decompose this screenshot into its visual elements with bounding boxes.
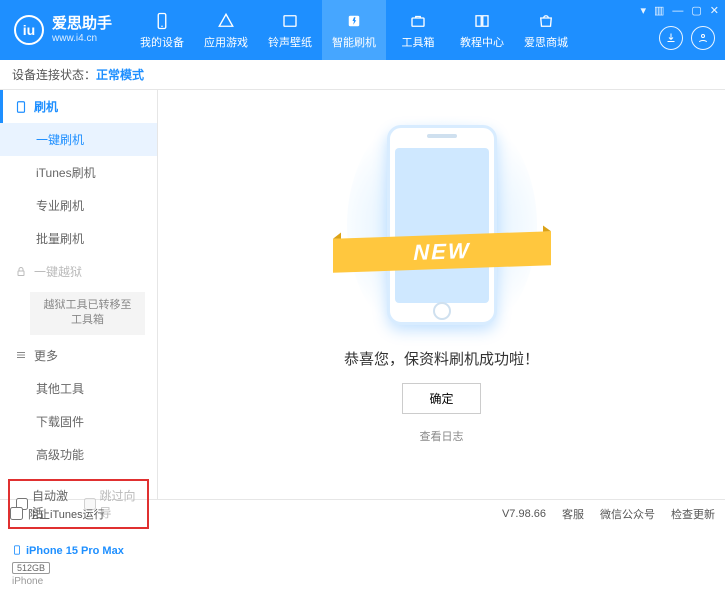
- flash-icon: [14, 100, 28, 114]
- version-label: V7.98.66: [502, 508, 546, 520]
- footer-link-wechat[interactable]: 微信公众号: [600, 506, 655, 522]
- new-badge: NEW: [333, 225, 551, 275]
- view-log-link[interactable]: 查看日志: [420, 428, 464, 444]
- main-content: NEW 恭喜您，保资料刷机成功啦！ 确定 查看日志: [158, 90, 725, 499]
- phone-small-icon: [12, 543, 22, 560]
- sidebar-section-label: 刷机: [34, 98, 58, 115]
- image-icon: [280, 11, 300, 31]
- status-label: 设备连接状态：: [12, 66, 96, 83]
- block-itunes-label: 阻止iTunes运行: [28, 506, 105, 522]
- footer-link-update[interactable]: 检查更新: [671, 506, 715, 522]
- jailbreak-note: 越狱工具已转移至 工具箱: [30, 292, 145, 335]
- sidebar-section-flash[interactable]: 刷机: [0, 90, 157, 123]
- block-itunes-checkbox[interactable]: [10, 507, 23, 520]
- nav-my-device[interactable]: 我的设备: [130, 0, 194, 60]
- app-url: www.i4.cn: [52, 33, 112, 45]
- nav-flash[interactable]: 智能刷机: [322, 0, 386, 60]
- logo: iu 爱思助手 www.i4.cn: [14, 15, 112, 45]
- toolbox-icon: [408, 11, 428, 31]
- device-storage: 512GB: [12, 562, 50, 574]
- device-name: iPhone 15 Pro Max: [26, 545, 124, 557]
- minimize-icon[interactable]: —: [672, 5, 683, 17]
- device-info[interactable]: iPhone 15 Pro Max 512GB iPhone: [0, 537, 157, 593]
- store-icon: [536, 11, 556, 31]
- main-nav: 我的设备 应用游戏 铃声壁纸 智能刷机 工具箱 教程中心 爱思商城: [130, 0, 578, 60]
- success-illustration: NEW: [367, 120, 517, 330]
- body: 刷机 一键刷机 iTunes刷机 专业刷机 批量刷机 一键越狱 越狱工具已转移至…: [0, 90, 725, 499]
- app-title: 爱思助手: [52, 15, 112, 33]
- close-icon[interactable]: ✕: [710, 4, 719, 17]
- nav-store[interactable]: 爱思商城: [514, 0, 578, 60]
- nav-apps[interactable]: 应用游戏: [194, 0, 258, 60]
- nav-label: 铃声壁纸: [268, 34, 312, 50]
- sidebar: 刷机 一键刷机 iTunes刷机 专业刷机 批量刷机 一键越狱 越狱工具已转移至…: [0, 90, 158, 499]
- sidebar-section-label: 更多: [34, 347, 58, 364]
- app-header: iu 爱思助手 www.i4.cn 我的设备 应用游戏 铃声壁纸 智能刷机 工具…: [0, 0, 725, 60]
- lock-icon: [14, 265, 28, 279]
- sidebar-item-advanced[interactable]: 高级功能: [0, 438, 157, 471]
- download-button[interactable]: [659, 26, 683, 50]
- skin-icon[interactable]: ▥: [654, 4, 664, 17]
- sidebar-item-quickflash[interactable]: 一键刷机: [0, 123, 157, 156]
- ok-button[interactable]: 确定: [402, 383, 480, 414]
- nav-toolbox[interactable]: 工具箱: [386, 0, 450, 60]
- nav-label: 应用游戏: [204, 34, 248, 50]
- book-icon: [472, 11, 492, 31]
- checkbox-label: 跳过向导: [100, 487, 142, 521]
- success-message: 恭喜您，保资料刷机成功啦！: [344, 348, 539, 369]
- status-value: 正常模式: [96, 66, 144, 83]
- nav-ringtone[interactable]: 铃声壁纸: [258, 0, 322, 60]
- sidebar-item-downloadfw[interactable]: 下载固件: [0, 405, 157, 438]
- nav-label: 智能刷机: [332, 34, 376, 50]
- nav-tutorial[interactable]: 教程中心: [450, 0, 514, 60]
- device-type: iPhone: [12, 576, 145, 587]
- status-bar: 设备连接状态： 正常模式: [0, 60, 725, 90]
- nav-label: 工具箱: [402, 34, 435, 50]
- sidebar-section-more[interactable]: 更多: [0, 339, 157, 372]
- sidebar-section-label: 一键越狱: [34, 263, 82, 280]
- phone-icon: [152, 11, 172, 31]
- footer-link-support[interactable]: 客服: [562, 506, 584, 522]
- user-button[interactable]: [691, 26, 715, 50]
- dropdown-icon[interactable]: ▾: [640, 4, 646, 17]
- app-icon: [216, 11, 236, 31]
- sidebar-section-jailbreak: 一键越狱: [0, 255, 157, 288]
- maximize-icon[interactable]: ▢: [691, 4, 701, 17]
- nav-label: 我的设备: [140, 34, 184, 50]
- sidebar-item-batchflash[interactable]: 批量刷机: [0, 222, 157, 255]
- window-controls: ▾ ▥ — ▢ ✕: [640, 4, 719, 17]
- nav-label: 爱思商城: [524, 34, 568, 50]
- logo-icon: iu: [14, 15, 44, 45]
- sidebar-item-itunesflash[interactable]: iTunes刷机: [0, 156, 157, 189]
- sidebar-item-proflash[interactable]: 专业刷机: [0, 189, 157, 222]
- flash-icon: [344, 11, 364, 31]
- sidebar-item-othertools[interactable]: 其他工具: [0, 372, 157, 405]
- badge-text: NEW: [413, 238, 470, 266]
- header-actions: [659, 26, 715, 50]
- nav-label: 教程中心: [460, 34, 504, 50]
- menu-icon: [14, 348, 28, 362]
